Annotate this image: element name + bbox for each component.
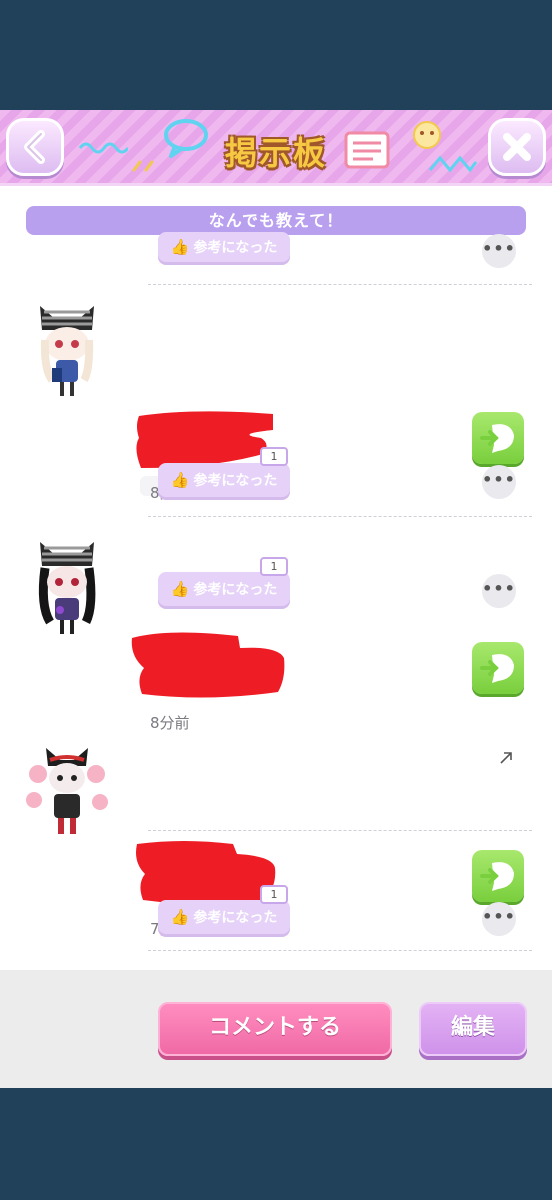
more-options-button[interactable]: ••• bbox=[482, 902, 516, 936]
footer-bar: コメントする 編集 bbox=[0, 970, 552, 1088]
helpful-button[interactable]: 👍 参考になった bbox=[158, 900, 290, 934]
helpful-label: 参考になった bbox=[193, 582, 278, 598]
post-divider bbox=[148, 830, 532, 831]
post-time: 8分前 bbox=[150, 714, 190, 732]
close-button[interactable] bbox=[488, 118, 546, 176]
helpful-count-badge: 1 bbox=[260, 885, 288, 904]
helpful-label: 参考になった bbox=[193, 473, 278, 489]
more-options-button[interactable]: ••• bbox=[482, 234, 516, 268]
smiley-decoration-icon bbox=[413, 121, 441, 149]
helpful-label: 参考になった bbox=[193, 240, 278, 256]
helpful-label: 参考になった bbox=[193, 910, 278, 926]
close-icon bbox=[503, 133, 531, 161]
helpful-button[interactable]: 👍 参考になった bbox=[158, 572, 290, 606]
redacted-username bbox=[136, 841, 276, 904]
helpful-count-badge: 1 bbox=[260, 447, 288, 466]
topic-title: なんでも教えて！ bbox=[26, 206, 526, 235]
more-options-button[interactable]: ••• bbox=[482, 574, 516, 608]
thumbs-up-icon: 👍 bbox=[170, 238, 190, 256]
reply-button[interactable] bbox=[472, 412, 524, 464]
thumbs-up-icon: 👍 bbox=[170, 471, 190, 489]
expand-arrow-icon[interactable] bbox=[498, 750, 514, 766]
bulletin-board-panel: 掲示板 なんでも教えて！ 👍 参考になった ••• 👍 参考になった 1 •••… bbox=[0, 110, 552, 1088]
comment-button[interactable]: コメントする bbox=[158, 1002, 392, 1056]
more-options-button[interactable]: ••• bbox=[482, 465, 516, 499]
reply-icon bbox=[480, 654, 514, 683]
thumbs-up-icon: 👍 bbox=[170, 580, 190, 598]
helpful-count-badge: 1 bbox=[260, 557, 288, 576]
post-divider bbox=[148, 950, 532, 951]
zigzag-decoration-icon bbox=[428, 155, 478, 173]
reply-button[interactable] bbox=[472, 642, 524, 694]
post-divider bbox=[148, 516, 532, 517]
reply-icon bbox=[480, 862, 514, 891]
helpful-button[interactable]: 👍 参考になった bbox=[158, 463, 290, 497]
redacted-username bbox=[131, 632, 285, 698]
helpful-button[interactable]: 👍 参考になった bbox=[158, 232, 290, 262]
avatar[interactable] bbox=[24, 536, 110, 640]
post-divider bbox=[148, 284, 532, 285]
thumbs-up-icon: 👍 bbox=[170, 908, 190, 926]
reply-icon bbox=[480, 424, 514, 453]
header-bar: 掲示板 bbox=[0, 110, 552, 186]
avatar[interactable] bbox=[24, 740, 110, 844]
reply-button[interactable] bbox=[472, 850, 524, 902]
edit-button[interactable]: 編集 bbox=[419, 1002, 527, 1056]
notice-board-icon bbox=[344, 131, 390, 169]
avatar[interactable] bbox=[24, 300, 110, 404]
